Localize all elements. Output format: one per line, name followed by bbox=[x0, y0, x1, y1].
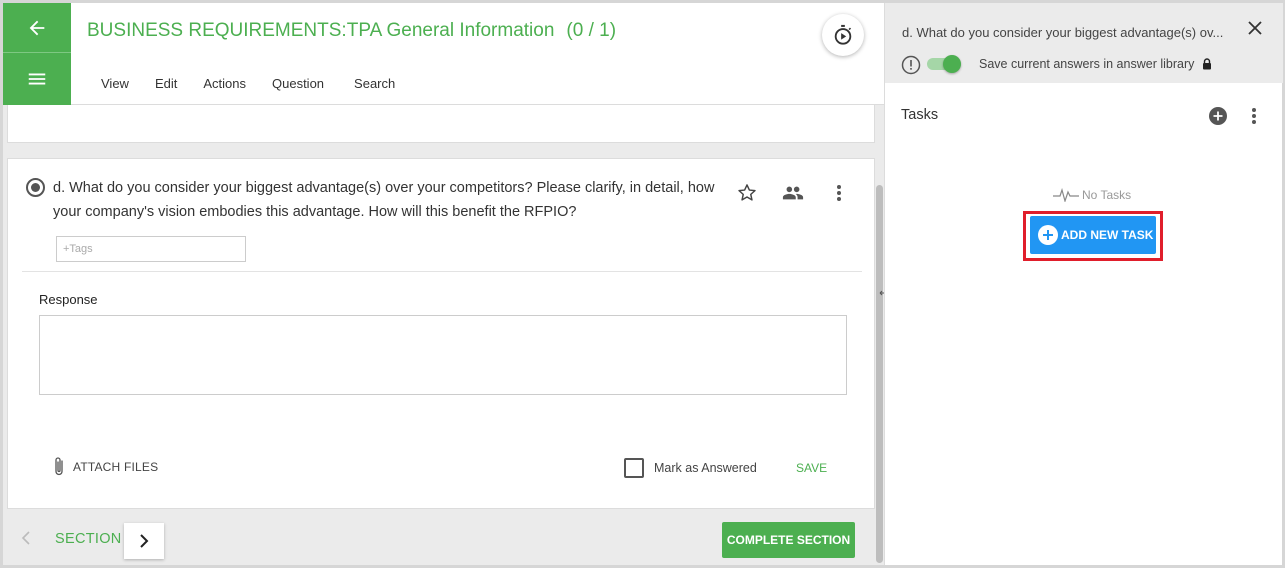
save-answers-label-row: Save current answers in answer library bbox=[979, 57, 1212, 71]
no-tasks-indicator: No Tasks bbox=[1053, 188, 1131, 202]
back-button[interactable] bbox=[3, 3, 71, 53]
chevron-left-icon bbox=[21, 531, 30, 545]
pulse-icon bbox=[1053, 188, 1079, 202]
save-answers-label: Save current answers in answer library bbox=[979, 57, 1195, 71]
more-vert-icon[interactable] bbox=[826, 181, 852, 205]
add-icon bbox=[1038, 225, 1058, 245]
mark-answered-checkbox[interactable]: Mark as Answered bbox=[624, 458, 757, 478]
star-icon[interactable] bbox=[734, 181, 760, 205]
save-answers-toggle[interactable] bbox=[927, 55, 961, 73]
stopwatch-icon bbox=[834, 24, 852, 45]
info-icon bbox=[901, 55, 921, 80]
save-button[interactable]: SAVE bbox=[796, 461, 827, 475]
add-task-icon-button[interactable] bbox=[1208, 106, 1228, 131]
tasks-heading: Tasks bbox=[901, 107, 939, 123]
menu-actions[interactable]: Actions bbox=[203, 76, 246, 91]
attach-files-button[interactable]: ATTACH FILES bbox=[53, 456, 158, 478]
people-icon[interactable] bbox=[780, 181, 806, 205]
add-new-task-button[interactable]: ADD NEW TASK bbox=[1030, 216, 1156, 254]
section-label: SECTION bbox=[55, 531, 122, 547]
menu-view[interactable]: View bbox=[101, 76, 129, 91]
top-bar: BUSINESS REQUIREMENTS:TPA General Inform… bbox=[3, 3, 884, 105]
menu-button[interactable] bbox=[3, 54, 71, 104]
next-section-button[interactable] bbox=[124, 523, 164, 559]
tasks-more-icon[interactable] bbox=[1250, 106, 1258, 131]
page-title: BUSINESS REQUIREMENTS:TPA General Inform… bbox=[87, 20, 616, 42]
answer-count: (0 / 1) bbox=[566, 20, 617, 41]
menu-search[interactable]: Search bbox=[354, 76, 395, 91]
mark-answered-label: Mark as Answered bbox=[654, 461, 757, 475]
scrollbar-thumb[interactable] bbox=[876, 185, 883, 563]
menu-question[interactable]: Question bbox=[272, 76, 324, 91]
page-title-text: BUSINESS REQUIREMENTS:TPA General Inform… bbox=[87, 20, 555, 41]
question-radio[interactable] bbox=[26, 178, 45, 197]
question-text: d. What do you consider your biggest adv… bbox=[53, 180, 715, 220]
lock-icon bbox=[1203, 58, 1212, 70]
panel-header: d. What do you consider your biggest adv… bbox=[885, 3, 1283, 83]
close-icon bbox=[1248, 21, 1262, 35]
timer-button[interactable] bbox=[822, 14, 864, 56]
hamburger-icon bbox=[28, 73, 46, 85]
checkbox-box[interactable] bbox=[624, 458, 644, 478]
panel-title: d. What do you consider your biggest adv… bbox=[902, 25, 1224, 40]
response-label: Response bbox=[39, 292, 98, 307]
previous-section-button[interactable] bbox=[19, 529, 33, 552]
section-footer: SECTION COMPLETE SECTION bbox=[3, 511, 875, 565]
add-circle-icon bbox=[1209, 107, 1227, 125]
green-sidebar bbox=[3, 3, 71, 105]
arrow-left-icon bbox=[29, 20, 45, 35]
add-new-task-label: ADD NEW TASK bbox=[1061, 228, 1154, 242]
tags-input[interactable] bbox=[56, 236, 246, 262]
complete-section-button[interactable]: COMPLETE SECTION bbox=[722, 522, 855, 558]
response-textarea[interactable] bbox=[39, 315, 847, 395]
menu-bar: View Edit Actions Question Search bbox=[101, 76, 421, 91]
question-card: d. What do you consider your biggest adv… bbox=[7, 158, 875, 509]
questionnaire-pane: BUSINESS REQUIREMENTS:TPA General Inform… bbox=[3, 3, 897, 565]
no-tasks-label: No Tasks bbox=[1082, 188, 1132, 202]
menu-edit[interactable]: Edit bbox=[155, 76, 177, 91]
question-actions bbox=[734, 181, 872, 205]
close-button[interactable] bbox=[1246, 19, 1264, 42]
previous-question-card bbox=[7, 105, 875, 143]
chevron-right-icon bbox=[140, 534, 149, 548]
tasks-panel: d. What do you consider your biggest adv… bbox=[884, 3, 1283, 565]
scrollbar[interactable] bbox=[875, 105, 884, 565]
paperclip-icon bbox=[55, 457, 63, 476]
divider bbox=[22, 271, 862, 272]
attach-files-label: ATTACH FILES bbox=[73, 460, 159, 474]
